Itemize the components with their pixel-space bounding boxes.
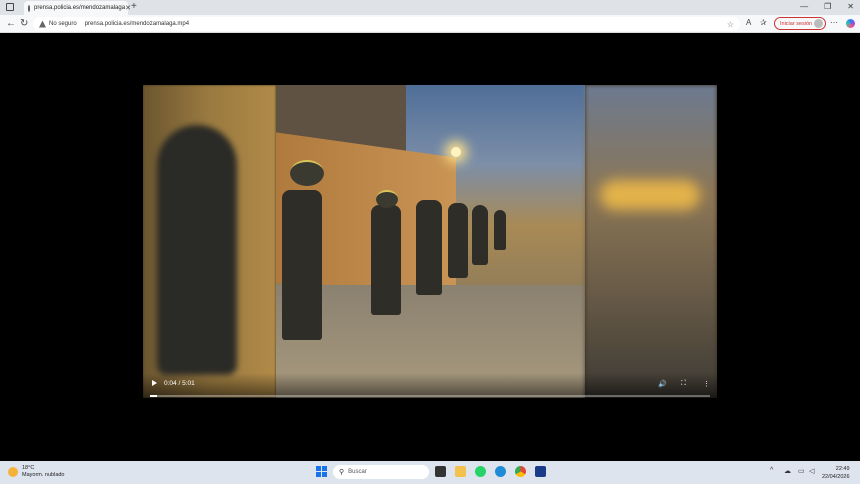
progress-bar[interactable] bbox=[150, 395, 710, 397]
signin-label: Iniciar sesión bbox=[780, 20, 813, 27]
street-lamp-glow bbox=[451, 147, 461, 157]
speaker-icon[interactable]: ◁ bbox=[809, 467, 814, 475]
url-field[interactable]: No seguro prensa.policia.es/mendozamalag… bbox=[33, 17, 740, 31]
officer-figure bbox=[416, 200, 442, 295]
officer-figure bbox=[448, 203, 468, 278]
network-icon[interactable]: ▭ bbox=[798, 467, 805, 475]
weather-desc: Mayorm. nublado bbox=[22, 472, 65, 478]
video-frame-center bbox=[276, 85, 585, 398]
blurred-officer-figure bbox=[157, 125, 237, 375]
clock-time: 22:49 bbox=[835, 466, 850, 472]
cloud-icon[interactable]: ☁ bbox=[784, 467, 791, 475]
play-icon[interactable] bbox=[152, 380, 157, 386]
more-options-icon[interactable]: ⋮ bbox=[703, 380, 710, 388]
search-icon: ⚲ bbox=[339, 469, 345, 476]
close-window-icon[interactable]: ✕ bbox=[847, 2, 854, 11]
favorite-star-icon[interactable]: ☆ bbox=[727, 20, 734, 29]
file-explorer-icon[interactable] bbox=[455, 466, 466, 477]
officer-helmet bbox=[376, 190, 398, 208]
tab-actions-icon[interactable] bbox=[6, 3, 14, 11]
officer-helmet bbox=[290, 160, 324, 186]
volume-icon[interactable]: 🔊 bbox=[658, 380, 667, 388]
weather-temp: 18°C bbox=[22, 465, 35, 471]
minimize-icon[interactable]: — bbox=[800, 2, 808, 11]
search-placeholder: Buscar bbox=[348, 469, 367, 475]
copilot-icon[interactable] bbox=[846, 19, 855, 28]
signin-button[interactable]: Iniciar sesión bbox=[774, 17, 826, 30]
avatar-icon bbox=[814, 19, 823, 28]
video-frame-left bbox=[143, 85, 276, 398]
blurred-light-glow bbox=[600, 180, 700, 210]
browser-tab[interactable]: prensa.policia.es/mendozamalaga ✕ bbox=[24, 1, 131, 15]
favorites-icon[interactable]: ✰ bbox=[760, 18, 767, 27]
tray-chevron-icon[interactable]: ^ bbox=[770, 467, 773, 474]
system-clock[interactable]: 22:49 22/04/2026 bbox=[822, 465, 850, 481]
video-player[interactable] bbox=[143, 85, 717, 398]
taskbar: 18°C Mayorm. nublado ⚲ Buscar ^ ☁ ▭ ◁ 22… bbox=[0, 461, 860, 484]
officer-figure bbox=[371, 205, 401, 315]
tab-title: prensa.policia.es/mendozamalaga bbox=[34, 5, 126, 11]
more-menu-icon[interactable]: ⋯ bbox=[830, 18, 838, 27]
progress-fill bbox=[150, 395, 158, 397]
officer-figure bbox=[282, 190, 322, 340]
video-frame-right bbox=[585, 85, 717, 398]
tab-bar: prensa.policia.es/mendozamalaga ✕ + — ❐ … bbox=[0, 0, 860, 15]
restore-icon[interactable]: ❐ bbox=[824, 2, 831, 11]
officer-figure bbox=[472, 205, 488, 265]
task-view-icon[interactable] bbox=[435, 466, 446, 477]
weather-widget[interactable]: 18°C Mayorm. nublado bbox=[8, 465, 65, 479]
officer-figure bbox=[494, 210, 506, 250]
taskbar-search[interactable]: ⚲ Buscar bbox=[333, 465, 429, 479]
chrome-icon[interactable] bbox=[515, 466, 526, 477]
video-time: 0:04 / 5:01 bbox=[164, 380, 195, 387]
address-bar-row: ← ↻ No seguro prensa.policia.es/mendozam… bbox=[0, 15, 860, 33]
clock-date: 22/04/2026 bbox=[822, 474, 850, 480]
whatsapp-icon[interactable] bbox=[475, 466, 486, 477]
video-controls: 0:04 / 5:01 🔊 ⛶ ⋮ bbox=[143, 373, 717, 398]
warning-icon bbox=[39, 20, 46, 28]
edge-icon[interactable] bbox=[495, 466, 506, 477]
security-label: No seguro bbox=[49, 21, 77, 27]
fullscreen-icon[interactable]: ⛶ bbox=[681, 380, 686, 388]
app-m-icon[interactable] bbox=[535, 466, 546, 477]
read-aloud-icon[interactable]: A bbox=[746, 18, 751, 27]
url-text: prensa.policia.es/mendozamalaga.mp4 bbox=[84, 21, 190, 27]
weather-icon bbox=[8, 467, 18, 477]
window-controls: — ❐ ✕ bbox=[800, 2, 854, 11]
back-icon[interactable]: ← bbox=[6, 18, 16, 29]
globe-icon bbox=[28, 4, 30, 12]
windows-start-icon[interactable] bbox=[316, 466, 327, 477]
refresh-icon[interactable]: ↻ bbox=[20, 18, 28, 29]
new-tab-icon[interactable]: + bbox=[131, 1, 137, 12]
